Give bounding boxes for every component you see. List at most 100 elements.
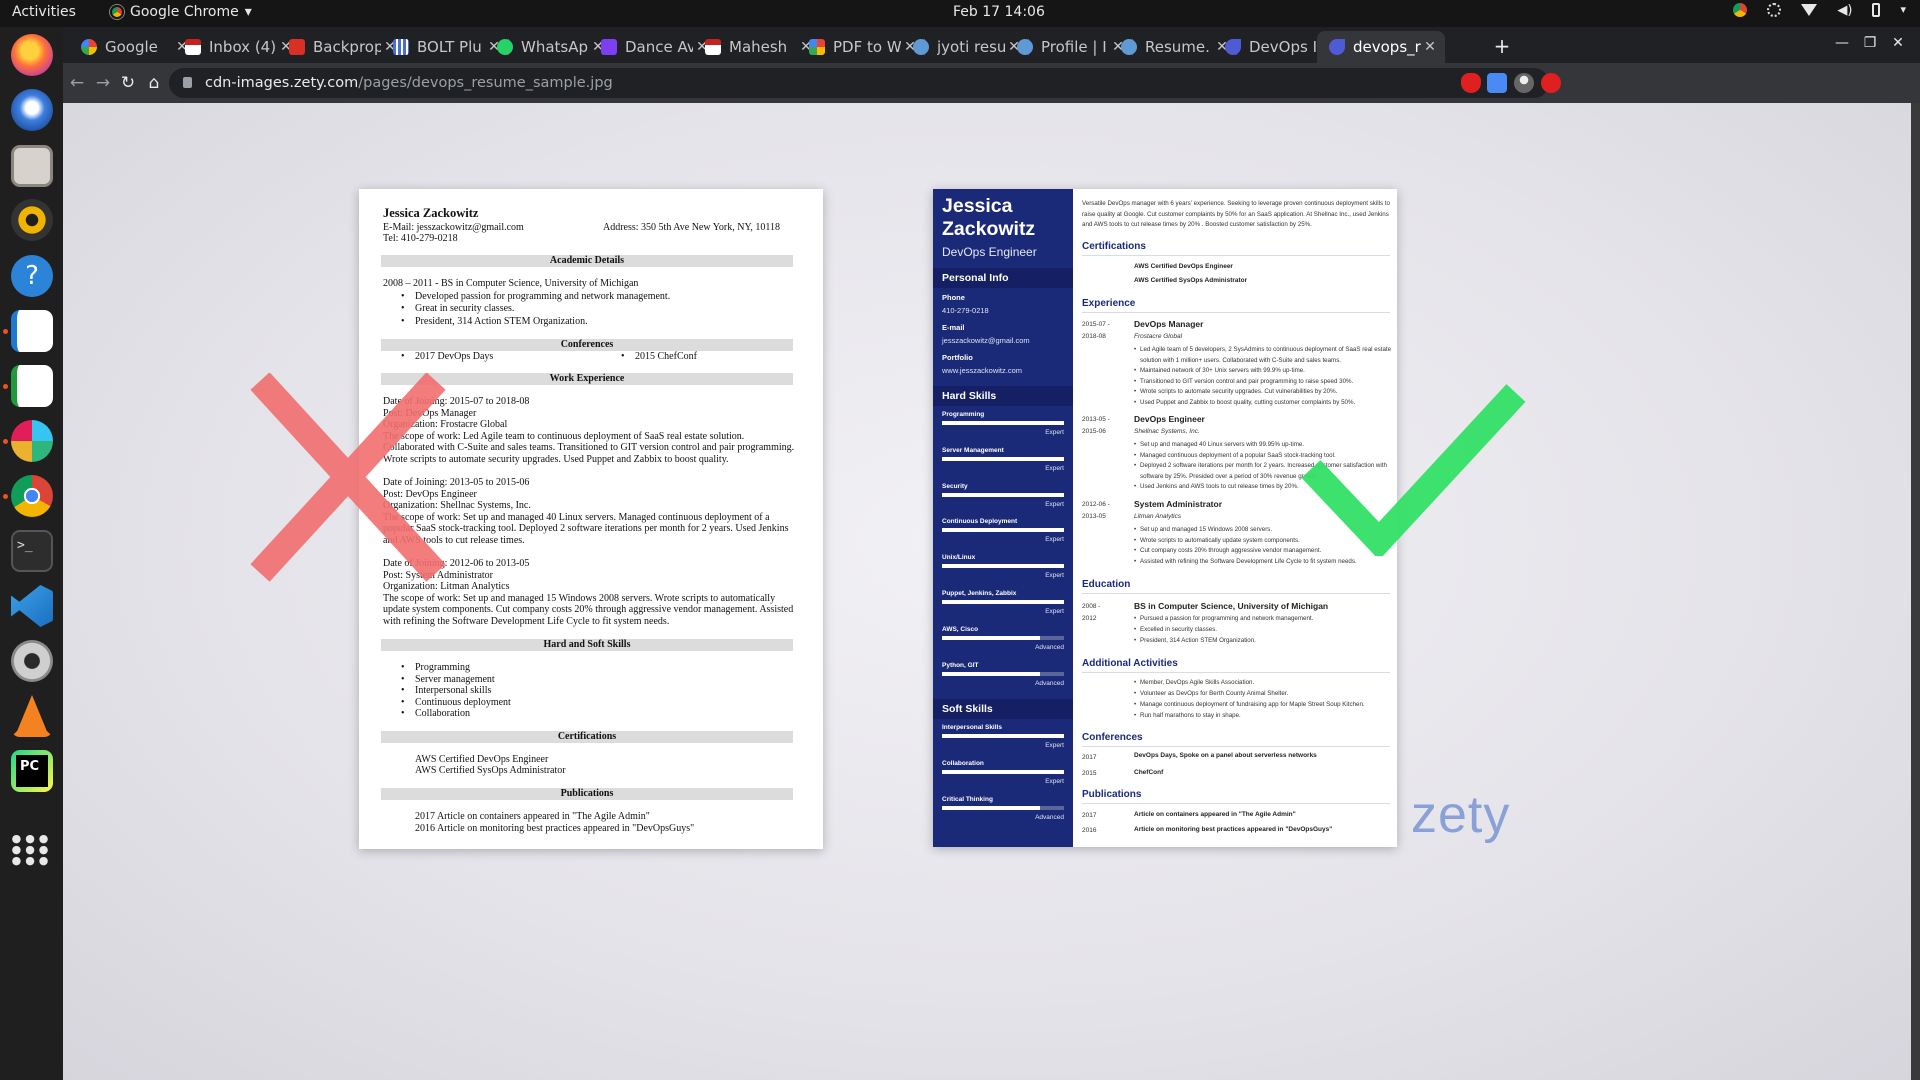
help-icon[interactable]: ? xyxy=(11,255,53,297)
lock-icon[interactable] xyxy=(183,77,192,88)
extension-red-icon[interactable] xyxy=(1461,73,1481,93)
restore-button[interactable]: ❐ xyxy=(1860,35,1880,51)
skill-level-label: Expert xyxy=(1045,608,1064,615)
resume-summary: Versatile DevOps manager with 6 years' e… xyxy=(1082,200,1390,228)
thunderbird-icon[interactable] xyxy=(11,89,53,131)
job-date: 2012-06 - 2013-05 xyxy=(1082,501,1110,520)
files-icon[interactable] xyxy=(11,145,53,187)
writer-icon[interactable] xyxy=(11,310,53,352)
skill-level-bar xyxy=(942,564,1064,569)
job-organization: Shellnac Systems, Inc. xyxy=(1134,428,1200,435)
url-path: /pages/devops_resume_sample.jpg xyxy=(358,75,613,91)
job-date: 2015-07 - 2018-08 xyxy=(1082,321,1110,340)
skill-level-label: Expert xyxy=(1045,572,1064,580)
cert-item: AWS Certified DevOps Engineer xyxy=(415,754,549,765)
section-personal-info: Personal Info xyxy=(933,268,1073,288)
pub-year: 2016 xyxy=(1082,827,1097,834)
skill-name: Puppet, Jenkins, Zabbix xyxy=(942,590,1017,597)
skill-level-label: Advanced xyxy=(1035,679,1064,687)
calc-icon[interactable] xyxy=(11,365,53,407)
skill-level-label: Expert xyxy=(1045,464,1064,472)
skill-level-fill xyxy=(942,734,1064,738)
terminal-icon[interactable]: >_ xyxy=(11,530,53,572)
clock[interactable]: Feb 17 14:06 xyxy=(953,4,1045,20)
list-item: 2017 DevOps Days xyxy=(401,351,493,364)
section-soft-skills: Soft Skills xyxy=(933,699,1073,719)
resume-job-title: DevOps Engineer xyxy=(942,245,1037,259)
green-checkmark-icon xyxy=(1301,384,1526,556)
chrome-dock-icon[interactable] xyxy=(11,475,53,517)
list-item: Excelled in security classes. xyxy=(1134,625,1395,636)
list-item: Programming xyxy=(401,662,470,675)
job-title: System Administrator xyxy=(1134,499,1223,509)
extension-alert-icon[interactable] xyxy=(1541,73,1561,93)
skill-level-label: Advanced xyxy=(1035,643,1064,651)
skill-level-fill xyxy=(942,671,1040,676)
minimize-button[interactable]: — xyxy=(1832,35,1852,51)
tab-strip: Google ✕ Inbox (4) ✕ Backprop ✕ BOLT Plu ✕ W… xyxy=(63,27,1920,63)
list-item: Collaboration xyxy=(401,708,470,721)
zety-logo: zety xyxy=(1411,786,1511,844)
system-top-bar: Activities Google Chrome ▾ Feb 17 14:06 … xyxy=(0,0,1920,27)
app-menu[interactable]: Google Chrome ▾ xyxy=(110,4,252,20)
power-menu-icon[interactable]: ▾ xyxy=(1900,3,1906,17)
chrome-status-icon[interactable] xyxy=(1733,3,1748,17)
battery-icon[interactable] xyxy=(1872,3,1881,17)
job-organization: Litman Analytics xyxy=(1134,513,1182,520)
section-academic: Academic Details xyxy=(381,255,793,267)
activities-button[interactable]: Activities xyxy=(12,4,76,20)
caret-down-icon: ▾ xyxy=(244,4,252,20)
system-tray[interactable]: ◀) ▾ xyxy=(1733,3,1906,18)
skill-level-label: Expert xyxy=(1045,742,1064,749)
back-button[interactable]: ← xyxy=(65,71,89,95)
vlc-icon[interactable] xyxy=(11,695,53,737)
vscode-icon[interactable] xyxy=(11,585,53,627)
bolt-favicon-icon xyxy=(393,39,409,55)
page-viewport: Jessica Zackowitz E-Mail: jesszackowitz@… xyxy=(63,103,1920,1080)
browser-toolbar: ← → ↻ ⌂ cdn-images.zety.com/pages/devops… xyxy=(63,63,1920,103)
wifi-icon[interactable] xyxy=(1801,4,1818,16)
skill-level-bar xyxy=(942,805,1064,810)
skill-level-bar xyxy=(942,769,1064,774)
publication-item: Article on monitoring best practices app… xyxy=(1134,826,1333,833)
pdf-favicon-icon xyxy=(809,39,825,55)
portfolio-value: www.jesszackowitz.com xyxy=(942,366,1023,375)
skill-level-fill xyxy=(942,456,1064,461)
conf-item: DevOps Days, Spoke on a panel about serv… xyxy=(1134,752,1317,759)
extensions-puzzle-icon[interactable] xyxy=(1487,73,1507,93)
list-item: Member, DevOps Agile Skills Association. xyxy=(1134,678,1395,689)
slack-icon[interactable] xyxy=(11,420,53,462)
skill-name: Security xyxy=(942,482,968,490)
new-tab-button[interactable]: + xyxy=(1489,34,1515,60)
phone-value: 410-279-0218 xyxy=(942,306,989,315)
edu-degree: BS in Computer Science, University of Mi… xyxy=(1134,601,1329,611)
settings-status-icon[interactable] xyxy=(1767,3,1782,17)
address-bar[interactable]: cdn-images.zety.com/pages/devops_resume_… xyxy=(169,68,1549,98)
tab-devops-resume-active[interactable]: devops_r ✕ xyxy=(1317,31,1445,63)
window-close-button[interactable]: ✕ xyxy=(1888,35,1908,51)
home-button[interactable]: ⌂ xyxy=(142,71,166,95)
resume-tel: Tel: 410-279-0218 xyxy=(383,233,458,244)
pycharm-icon[interactable]: PC xyxy=(11,750,53,792)
list-item: President, 314 Action STEM Organization. xyxy=(1134,636,1395,647)
list-item: President, 314 Action STEM Organization. xyxy=(401,316,588,329)
rhythmbox-icon[interactable] xyxy=(11,199,53,241)
firefox-icon[interactable] xyxy=(11,34,53,76)
skill-level-label: Expert xyxy=(1045,500,1064,508)
skill-level-fill xyxy=(942,492,1064,497)
dock: ? >_ PC ●●● ●●● ●●● xyxy=(0,27,63,1080)
skill-name: Interpersonal Skills xyxy=(942,724,1002,731)
close-icon[interactable]: ✕ xyxy=(1421,39,1439,55)
job-date: 2013-05 - 2015-06 xyxy=(1082,416,1110,435)
skill-name: Continuous Deployment xyxy=(942,518,1018,526)
list-item: Pursued a passion for programming and ne… xyxy=(1134,614,1395,625)
backprop-favicon-icon xyxy=(289,39,305,55)
globe-favicon-icon xyxy=(1121,39,1137,55)
volume-icon[interactable]: ◀) xyxy=(1837,3,1852,18)
profile-avatar[interactable] xyxy=(1514,73,1534,93)
gmail-favicon-icon xyxy=(185,39,201,55)
settings-icon[interactable] xyxy=(11,640,53,682)
forward-button[interactable]: → xyxy=(91,71,115,95)
reload-button[interactable]: ↻ xyxy=(116,71,140,95)
show-apps-icon[interactable]: ●●● ●●● ●●● xyxy=(11,827,53,869)
